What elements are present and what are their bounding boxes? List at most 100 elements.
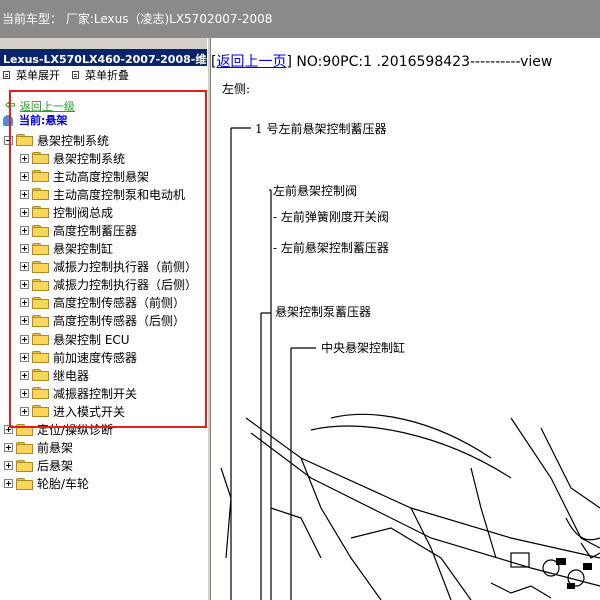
menu-toolbar: 菜单展开 菜单折叠	[0, 66, 207, 84]
tree-node-child[interactable]: 高度控制传感器（后侧）	[0, 312, 207, 330]
folder-icon	[32, 188, 49, 201]
tree-node-label: 悬架控制系统	[37, 133, 110, 148]
tree-node-child[interactable]: 悬架控制 ECU	[0, 330, 207, 348]
expand-toggle-icon[interactable]	[20, 316, 29, 326]
folder-icon	[32, 170, 49, 183]
tree-node-child[interactable]: 悬架控制缸	[0, 240, 207, 258]
expand-toggle-icon[interactable]	[20, 388, 29, 398]
expand-toggle-icon[interactable]	[20, 207, 29, 217]
title-text: 当前车型： 厂家:Lexus（凌志)LX5702007-2008	[2, 12, 273, 26]
folder-icon	[32, 152, 49, 165]
tree-node-child[interactable]: 继电器	[0, 366, 207, 384]
tree-node-label: 减振力控制执行器（前侧）	[53, 260, 198, 275]
expand-toggle-icon[interactable]	[20, 226, 29, 236]
tree-node-sibling[interactable]: 后悬架	[0, 457, 207, 475]
collapse-menu-button[interactable]: 菜单折叠	[72, 67, 129, 83]
annotation-pump-accumulator: 悬架控制泵蓄压器	[275, 305, 372, 319]
folder-icon	[32, 369, 49, 382]
annotation-control-valve: 左前悬架控制阀	[273, 184, 358, 198]
tree-node-child[interactable]: 控制阀总成	[0, 203, 207, 221]
nav-tree: 悬架控制系统 悬架控制系统主动高度控制悬架主动高度控制泵和电动机 控制阀总成高度控…	[0, 131, 207, 493]
folder-icon	[16, 423, 33, 436]
expand-toggle-icon[interactable]	[4, 479, 13, 489]
folder-icon	[32, 224, 49, 237]
annotation-accumulator-1: 1 号左前悬架控制蓄压器	[255, 122, 387, 136]
expand-menu-button[interactable]: 菜单展开	[3, 67, 60, 83]
tree-node-child[interactable]: 高度控制传感器（前侧）	[0, 294, 207, 312]
tree-node-label: 主动高度控制悬架	[53, 169, 150, 184]
tree-node-label: 前悬架	[37, 441, 74, 456]
collapse-toggle-icon[interactable]	[4, 135, 13, 145]
folder-icon	[32, 314, 49, 327]
tree-node-child[interactable]: 减振力控制执行器（后侧）	[0, 276, 207, 294]
tree-node-root[interactable]: 悬架控制系统	[0, 131, 207, 149]
expand-toggle-icon[interactable]	[20, 189, 29, 199]
current-location: 当前:悬架	[0, 113, 207, 127]
right-pane: [返回上一页] NO:90PC:1 .2016598423----------v…	[211, 38, 600, 600]
tree-node-label: 高度控制传感器（前侧）	[53, 296, 186, 311]
folder-icon	[32, 278, 49, 291]
folder-icon	[32, 242, 49, 255]
expand-toggle-icon[interactable]	[20, 262, 29, 272]
expand-menu-label: 菜单展开	[16, 69, 60, 82]
back-row: ⇦ 返回上一级	[0, 99, 207, 113]
expand-toggle-icon[interactable]	[20, 370, 29, 380]
annotation-spring-rate-valve: - 左前弹簧刚度开关阀	[273, 210, 389, 224]
folder-icon	[32, 260, 49, 273]
tree-node-label: 悬架控制缸	[53, 242, 114, 257]
annotation-center-cylinder: 中央悬架控制缸	[321, 341, 406, 355]
tree-node-label: 前加速度传感器	[53, 350, 138, 365]
expand-toggle-icon[interactable]	[4, 425, 13, 435]
folder-icon	[16, 477, 33, 490]
folder-icon	[32, 387, 49, 400]
tree-node-label: 进入模式开关	[53, 404, 126, 419]
list-icon	[72, 71, 79, 79]
expand-toggle-icon[interactable]	[20, 298, 29, 308]
tree-node-label: 后悬架	[37, 459, 74, 474]
expand-toggle-icon[interactable]	[20, 406, 29, 416]
annotation-accumulator-front-left: - 左前悬架控制蓄压器	[273, 241, 389, 255]
tree-node-child[interactable]: 前加速度传感器	[0, 348, 207, 366]
current-location-label: 当前:悬架	[19, 114, 68, 127]
tree-node-child[interactable]: 减振器控制开关	[0, 384, 207, 402]
tree-node-child[interactable]: 减振力控制执行器（前侧）	[0, 258, 207, 276]
tree-node-label: 高度控制传感器（后侧）	[53, 314, 186, 329]
tree-node-sibling[interactable]: 轮胎/车轮	[0, 475, 207, 493]
list-icon	[3, 71, 10, 79]
tree-node-sibling[interactable]: 定位/操纵诊断	[0, 421, 207, 439]
tree-node-label: 继电器	[53, 368, 90, 383]
expand-toggle-icon[interactable]	[20, 153, 29, 163]
expand-toggle-icon[interactable]	[20, 171, 29, 181]
expand-toggle-icon[interactable]	[20, 334, 29, 344]
folder-icon	[16, 441, 33, 454]
tree-node-child[interactable]: 主动高度控制悬架	[0, 167, 207, 185]
tree-node-sibling[interactable]: 前悬架	[0, 439, 207, 457]
tree-node-label: 高度控制蓄压器	[53, 224, 138, 239]
tree-node-label: 主动高度控制泵和电动机	[53, 187, 186, 202]
title-bar: 当前车型： 厂家:Lexus（凌志)LX5702007-2008	[0, 0, 600, 38]
expand-toggle-icon[interactable]	[20, 280, 29, 290]
left-pane: Lexus-LX570LX460-2007-2008-维修 菜单展开 菜单折叠 …	[0, 49, 207, 600]
tree-node-label: 悬架控制系统	[53, 151, 126, 166]
expand-toggle-icon[interactable]	[20, 244, 29, 254]
tree-node-child[interactable]: 高度控制蓄压器	[0, 221, 207, 239]
tree-node-label: 控制阀总成	[53, 205, 114, 220]
expand-toggle-icon[interactable]	[20, 352, 29, 362]
expand-toggle-icon[interactable]	[4, 443, 13, 453]
folder-icon	[16, 459, 33, 472]
folder-icon	[32, 333, 49, 346]
tree-node-child[interactable]: 进入模式开关	[0, 402, 207, 420]
folder-icon	[32, 296, 49, 309]
back-arrow-icon[interactable]: ⇦	[5, 99, 16, 112]
location-pin-icon	[3, 114, 13, 126]
collapse-menu-label: 菜单折叠	[85, 69, 129, 82]
tree-node-label: 减振器控制开关	[53, 386, 138, 401]
document-header: Lexus-LX570LX460-2007-2008-维修	[0, 49, 207, 66]
tree-node-child[interactable]: 悬架控制系统	[0, 149, 207, 167]
tree-node-label: 定位/操纵诊断	[37, 423, 114, 438]
tree-node-child[interactable]: 主动高度控制泵和电动机	[0, 185, 207, 203]
folder-icon	[16, 134, 33, 147]
folder-icon	[32, 405, 49, 418]
tree-node-label: 轮胎/车轮	[37, 477, 90, 492]
expand-toggle-icon[interactable]	[4, 461, 13, 471]
